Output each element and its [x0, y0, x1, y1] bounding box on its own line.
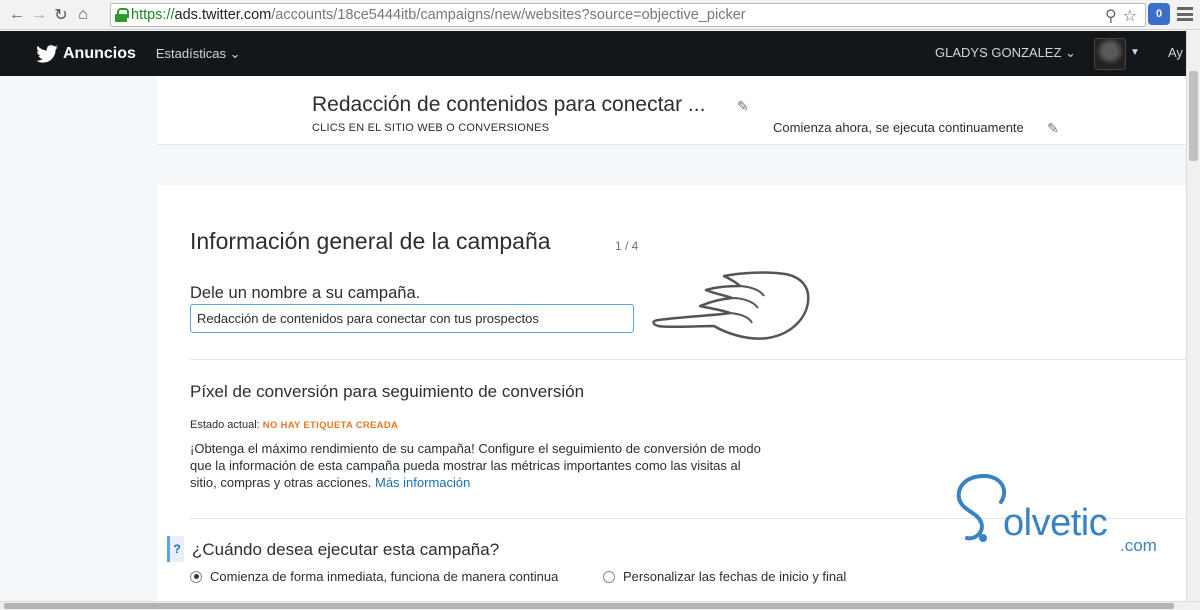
campaign-title: Redacción de contenidos para conectar ..…: [312, 93, 706, 116]
stats-menu[interactable]: Estadísticas ⌄: [156, 46, 241, 62]
step-indicator: 1 / 4: [615, 239, 639, 253]
edit-pencil-icon[interactable]: ✎: [737, 98, 749, 115]
chevron-down-icon[interactable]: ▼: [1130, 47, 1140, 58]
radio-custom-dates[interactable]: [603, 570, 615, 583]
campaign-name-input[interactable]: [190, 304, 634, 333]
back-arrow-icon[interactable]: ←: [6, 4, 28, 26]
watermark-logo: olvetic .com: [945, 468, 1175, 558]
home-icon[interactable]: ⌂: [72, 4, 94, 26]
chevron-down-icon: ⌄: [229, 45, 241, 61]
forward-arrow-icon[interactable]: →: [28, 4, 50, 26]
url-host: ads.twitter.com: [174, 7, 272, 23]
browser-toolbar: ← → ↻ ⌂ https://ads.twitter.com/accounts…: [0, 0, 1200, 30]
section-title: Información general de la campaña: [190, 228, 551, 254]
watermark-suffix: .com: [1120, 536, 1157, 555]
address-bar[interactable]: https://ads.twitter.com/accounts/18ce544…: [110, 3, 1146, 27]
conversion-description-text: ¡Obtenga el máximo rendimiento de su cam…: [190, 441, 761, 490]
browser-menu-icon[interactable]: [1176, 5, 1194, 23]
ads-top-navigation: Anuncios Estadísticas ⌄ GLADYS GONZALEZ …: [0, 31, 1186, 76]
reload-icon[interactable]: ↻: [50, 4, 72, 26]
url-path: /accounts/18ce5444itb/campaigns/new/webs…: [271, 7, 746, 23]
horizontal-scrollbar[interactable]: [0, 601, 1200, 610]
url-scheme: https://: [131, 7, 175, 23]
status-label: Estado actual:: [190, 419, 260, 431]
user-name: GLADYS GONZALEZ: [935, 45, 1062, 60]
chevron-down-icon: ⌄: [1065, 45, 1076, 60]
stats-menu-label: Estadísticas: [155, 45, 226, 61]
zoom-icon[interactable]: ⚲: [1105, 6, 1117, 26]
avatar[interactable]: [1094, 38, 1126, 70]
user-menu[interactable]: GLADYS GONZALEZ ⌄: [935, 45, 1076, 61]
divider: [190, 359, 1186, 360]
lock-icon: [115, 8, 129, 22]
campaign-schedule: Comienza ahora, se ejecuta continuamente: [773, 120, 1024, 135]
radio-immediate[interactable]: [190, 570, 202, 583]
edit-pencil-icon[interactable]: ✎: [1047, 120, 1059, 137]
campaign-objective: CLICS EN EL SITIO WEB O CONVERSIONES: [312, 122, 550, 134]
watermark-text: olvetic: [1003, 502, 1108, 544]
option-custom-label: Personalizar las fechas de inicio y fina…: [623, 569, 847, 584]
help-menu-label[interactable]: Ay: [1168, 45, 1183, 60]
conversion-pixel-title: Píxel de conversión para seguimiento de …: [190, 382, 585, 401]
pointing-hand-icon: [652, 271, 810, 340]
vertical-scrollbar[interactable]: [1186, 31, 1200, 601]
help-icon[interactable]: ?: [170, 536, 184, 562]
twitter-bird-icon[interactable]: [36, 44, 58, 63]
extension-icon[interactable]: 0: [1148, 3, 1170, 25]
conversion-status: Estado actual: NO HAY ETIQUETA CREADA: [190, 419, 398, 431]
scrollbar-thumb[interactable]: [1189, 71, 1198, 161]
option-immediate-label: Comienza de forma inmediata, funciona de…: [210, 569, 559, 584]
bookmark-star-icon[interactable]: ☆: [1123, 6, 1137, 26]
ads-brand-label[interactable]: Anuncios: [63, 45, 136, 63]
option-custom-dates[interactable]: Personalizar las fechas de inicio y fina…: [603, 569, 846, 584]
option-immediate[interactable]: Comienza de forma inmediata, funciona de…: [190, 569, 558, 584]
campaign-summary-header: Redacción de contenidos para conectar ..…: [157, 76, 1186, 145]
conversion-description: ¡Obtenga el máximo rendimiento de su cam…: [190, 440, 770, 491]
more-info-link[interactable]: Más información: [375, 475, 470, 490]
schedule-question: ¿Cuándo desea ejecutar esta campaña?: [192, 540, 500, 559]
status-badge: NO HAY ETIQUETA CREADA: [262, 420, 399, 431]
campaign-name-label: Dele un nombre a su campaña.: [190, 284, 421, 302]
scrollbar-thumb[interactable]: [4, 603, 1174, 609]
